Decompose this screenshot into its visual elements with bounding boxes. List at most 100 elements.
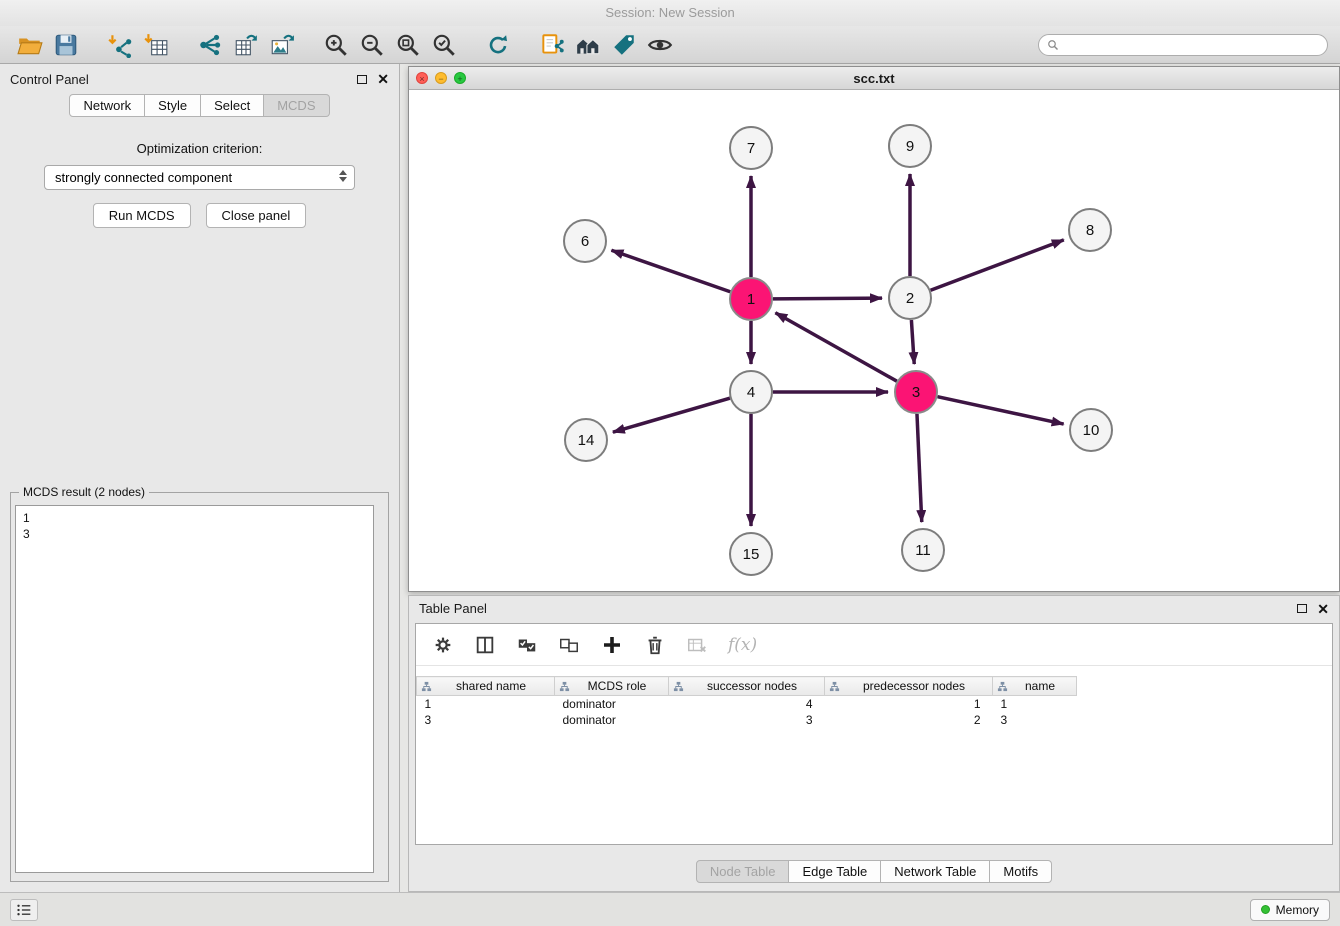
edge-2-3[interactable] — [911, 320, 914, 364]
table-settings-button[interactable] — [432, 634, 454, 656]
task-history-button[interactable] — [10, 899, 38, 921]
node-1[interactable]: 1 — [730, 278, 772, 320]
tab-network[interactable]: Network — [69, 94, 145, 117]
show-hide-button[interactable] — [642, 29, 678, 61]
zoom-fit-icon — [395, 32, 421, 58]
column-header-name[interactable]: name — [993, 677, 1077, 696]
zoom-fit-button[interactable] — [390, 29, 426, 61]
column-header-MCDS-role[interactable]: MCDS role — [555, 677, 669, 696]
plus-icon — [600, 633, 624, 657]
node-11[interactable]: 11 — [902, 529, 944, 571]
mcds-result-group: MCDS result (2 nodes) 1 3 — [10, 492, 389, 882]
tab-select[interactable]: Select — [201, 94, 264, 117]
tab-mcds[interactable]: MCDS — [264, 94, 329, 117]
node-8[interactable]: 8 — [1069, 209, 1111, 251]
node-label: 6 — [581, 233, 589, 250]
close-window-icon[interactable]: × — [416, 72, 428, 84]
node-7[interactable]: 7 — [730, 127, 772, 169]
search-field[interactable] — [1038, 34, 1328, 56]
tab-style[interactable]: Style — [145, 94, 201, 117]
new-network-button[interactable] — [192, 29, 228, 61]
memory-button[interactable]: Memory — [1250, 899, 1330, 921]
maximize-window-icon[interactable]: + — [454, 72, 466, 84]
table-row[interactable]: 3dominator323 — [417, 712, 1077, 728]
edge-3-11[interactable] — [917, 414, 922, 522]
run-mcds-button[interactable]: Run MCDS — [93, 203, 191, 228]
column-header-successor-nodes[interactable]: successor nodes — [669, 677, 825, 696]
copy-view-button[interactable] — [534, 29, 570, 61]
zoom-out-button[interactable] — [354, 29, 390, 61]
open-session-button[interactable] — [12, 29, 48, 61]
refresh-icon — [485, 32, 511, 58]
save-session-button[interactable] — [48, 29, 84, 61]
network-view-window: scc.txt × − + 7 9 6 8 1 2 4 3 14 10 15 11 — [408, 66, 1340, 592]
node-14[interactable]: 14 — [565, 419, 607, 461]
delete-table-icon — [686, 634, 708, 656]
create-column-button[interactable] — [600, 633, 624, 657]
minimize-window-icon[interactable]: − — [435, 72, 447, 84]
edge-1-6[interactable] — [611, 250, 730, 292]
column-header-predecessor-nodes[interactable]: predecessor nodes — [825, 677, 993, 696]
export-image-button[interactable] — [264, 29, 300, 61]
close-panel-button[interactable]: Close panel — [206, 203, 307, 228]
mcds-result-text: 1 3 — [15, 505, 374, 873]
function-builder-button-disabled: f(x) — [728, 635, 757, 655]
column-header-shared-name[interactable]: shared name — [417, 677, 555, 696]
float-panel-icon[interactable] — [357, 75, 367, 84]
node-10[interactable]: 10 — [1070, 409, 1112, 451]
search-input[interactable] — [1064, 37, 1319, 53]
apply-style-button[interactable] — [606, 29, 642, 61]
delete-column-button[interactable] — [644, 634, 666, 656]
node-6[interactable]: 6 — [564, 220, 606, 262]
edge-3-10[interactable] — [937, 397, 1063, 424]
export-table-button[interactable] — [228, 29, 264, 61]
node-label: 15 — [743, 546, 760, 563]
open-folder-icon — [17, 32, 43, 58]
memory-label: Memory — [1276, 903, 1319, 917]
tab-node-table[interactable]: Node Table — [696, 860, 790, 883]
table-row[interactable]: 1dominator411 — [417, 696, 1077, 712]
zoom-out-icon — [359, 32, 385, 58]
zoom-selected-button[interactable] — [426, 29, 462, 61]
node-15[interactable]: 15 — [730, 533, 772, 575]
edge-4-14[interactable] — [613, 398, 730, 432]
application-window: Session: New Session — [0, 0, 1340, 926]
network-window-titlebar[interactable]: scc.txt × − + — [409, 67, 1339, 90]
import-table-button[interactable] — [138, 29, 174, 61]
node-2[interactable]: 2 — [889, 277, 931, 319]
network-canvas[interactable]: 7 9 6 8 1 2 4 3 14 10 15 11 — [409, 90, 1339, 591]
node-9[interactable]: 9 — [889, 125, 931, 167]
zoom-in-button[interactable] — [318, 29, 354, 61]
edge-2-8[interactable] — [931, 240, 1064, 290]
close-table-panel-icon[interactable]: ✕ — [1317, 604, 1329, 614]
document-share-icon — [539, 32, 565, 58]
column-type-icon — [673, 681, 684, 692]
criterion-dropdown[interactable]: strongly connected component — [44, 165, 355, 190]
select-all-columns-button[interactable] — [516, 634, 538, 656]
close-panel-icon[interactable]: ✕ — [377, 74, 389, 84]
control-panel: Control Panel ✕ NetworkStyleSelectMCDS O… — [0, 64, 400, 892]
show-columns-button[interactable] — [474, 634, 496, 656]
node-label: 7 — [747, 140, 755, 157]
node-4[interactable]: 4 — [730, 371, 772, 413]
status-bar: Memory — [0, 892, 1340, 926]
zoom-selected-icon — [431, 32, 457, 58]
float-table-panel-icon[interactable] — [1297, 604, 1307, 613]
column-type-icon — [829, 681, 840, 692]
eye-icon — [647, 32, 673, 58]
refresh-button[interactable] — [480, 29, 516, 61]
tab-edge-table[interactable]: Edge Table — [789, 860, 881, 883]
save-floppy-icon — [53, 32, 79, 58]
import-network-icon — [107, 32, 133, 58]
tab-network-table[interactable]: Network Table — [881, 860, 990, 883]
edge-3-1[interactable] — [775, 313, 896, 381]
edge-1-2[interactable] — [773, 298, 882, 299]
style-tag-icon — [611, 32, 637, 58]
unselect-all-columns-button[interactable] — [558, 634, 580, 656]
node-3[interactable]: 3 — [895, 371, 937, 413]
first-neighbors-button[interactable] — [570, 29, 606, 61]
table-panel-tabs: Node TableEdge TableNetwork TableMotifs — [409, 860, 1339, 883]
column-type-icon — [997, 681, 1008, 692]
import-network-button[interactable] — [102, 29, 138, 61]
tab-motifs[interactable]: Motifs — [990, 860, 1052, 883]
